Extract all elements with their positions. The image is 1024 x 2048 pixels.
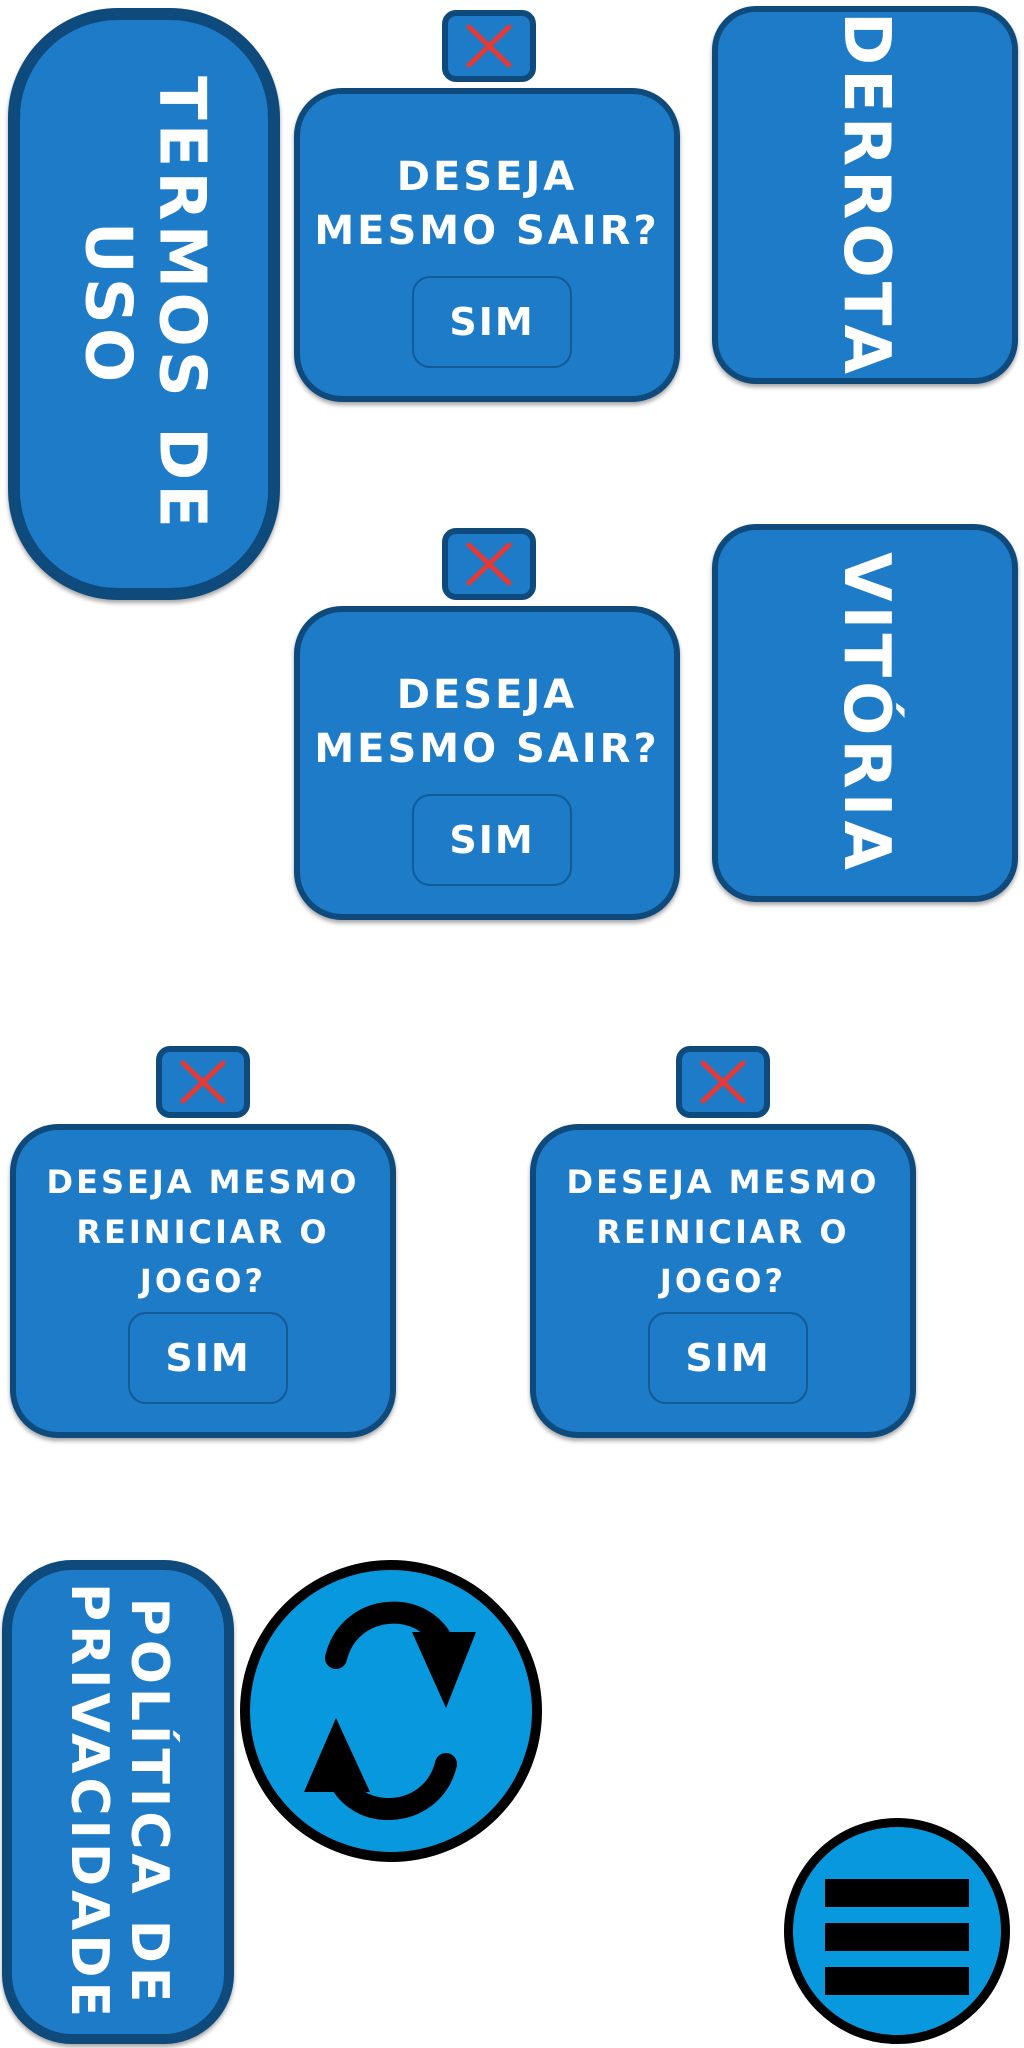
menu-button[interactable] <box>784 1818 1010 2044</box>
privacy-policy-label: POLÍTICA DE PRIVACIDADE <box>59 1582 179 2022</box>
dialog-restart-2: DESEJA MESMO REINICIAR O JOGO? SIM <box>530 1124 916 1438</box>
dialog-exit-2-title: DESEJA MESMO SAIR? <box>314 672 660 772</box>
dialog-exit-1-confirm-button[interactable]: SIM <box>412 276 572 368</box>
defeat-banner: DERROTA <box>712 6 1018 384</box>
dialog-restart-2-title: DESEJA MESMO REINICIAR O JOGO? <box>566 1163 880 1301</box>
hamburger-menu-icon <box>825 1879 969 1995</box>
dialog-exit-1-close-button[interactable] <box>442 10 536 82</box>
dialog-exit-2-close-button[interactable] <box>442 528 536 600</box>
dialog-exit-2-confirm-button[interactable]: SIM <box>412 794 572 886</box>
terms-of-use-button[interactable]: TERMOS DE USO <box>8 8 280 600</box>
dialog-restart-1: DESEJA MESMO REINICIAR O JOGO? SIM <box>10 1124 396 1438</box>
close-icon <box>180 1060 226 1104</box>
victory-label: VITÓRIA <box>828 551 903 875</box>
dialog-restart-2-confirm-button[interactable]: SIM <box>648 1312 808 1404</box>
dialog-restart-2-close-button[interactable] <box>676 1046 770 1118</box>
victory-banner: VITÓRIA <box>712 524 1018 902</box>
close-icon <box>466 24 512 68</box>
dialog-restart-1-title: DESEJA MESMO REINICIAR O JOGO? <box>46 1163 360 1301</box>
dialog-exit-1-title: DESEJA MESMO SAIR? <box>314 154 660 254</box>
dialog-restart-1-confirm-button[interactable]: SIM <box>128 1312 288 1404</box>
dialog-exit-2: DESEJA MESMO SAIR? SIM <box>294 606 680 920</box>
close-icon <box>700 1060 746 1104</box>
restart-button[interactable] <box>240 1560 542 1862</box>
privacy-policy-button[interactable]: POLÍTICA DE PRIVACIDADE <box>2 1560 234 2044</box>
dialog-exit-1: DESEJA MESMO SAIR? SIM <box>294 88 680 402</box>
dialog-restart-1-close-button[interactable] <box>156 1046 250 1118</box>
close-icon <box>466 542 512 586</box>
restart-icon <box>304 1601 476 1821</box>
defeat-label: DERROTA <box>828 11 903 379</box>
terms-of-use-label: TERMOS DE USO <box>71 76 219 532</box>
